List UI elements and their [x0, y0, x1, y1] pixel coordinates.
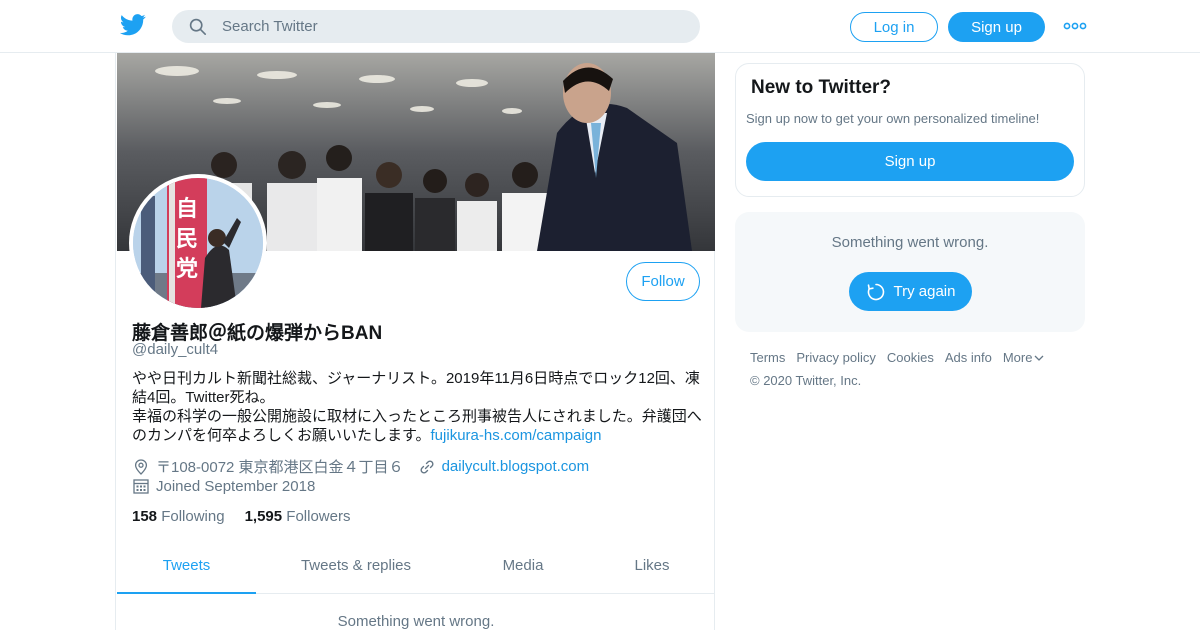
top-navigation-bar: Log in Sign up: [0, 0, 1200, 53]
more-options-icon[interactable]: [1063, 18, 1087, 34]
following-label: Following: [161, 508, 225, 525]
chevron-down-icon: [1034, 355, 1044, 361]
location-pin-icon: [134, 458, 148, 475]
login-button[interactable]: Log in: [850, 12, 938, 42]
tab-media[interactable]: Media: [473, 547, 573, 594]
followers-count: 1,595: [244, 508, 283, 525]
search-input[interactable]: [222, 10, 682, 43]
footer-link-terms[interactable]: Terms: [750, 350, 785, 365]
link-icon: [420, 459, 434, 474]
refresh-icon: [867, 283, 884, 300]
bio-text: やや日刊カルト新聞社総裁、ジャーナリスト。2019年11月6日時点でロック12回…: [132, 370, 702, 444]
profile-joined-date: Joined September 2018: [156, 477, 316, 495]
bio-campaign-link[interactable]: fujikura-hs.com/campaign: [431, 427, 602, 444]
avatar-sign-char-2: 民: [176, 227, 198, 252]
footer-link-ads-info[interactable]: Ads info: [945, 350, 992, 365]
profile-column: 自 民 党 Follow 藤倉善郎＠紙の爆弾からBAN @daily_cult4…: [115, 53, 715, 630]
follow-button[interactable]: Follow: [626, 262, 700, 301]
followers-label: Followers: [286, 508, 351, 525]
footer-link-cookies[interactable]: Cookies: [887, 350, 934, 365]
profile-handle: @daily_cult4: [132, 341, 219, 358]
footer-links: Terms Privacy policy Cookies Ads info Mo…: [750, 350, 1090, 365]
search-box[interactable]: [172, 10, 700, 43]
tab-tweets[interactable]: Tweets: [117, 547, 256, 594]
footer-more-label: More: [1002, 350, 1033, 365]
profile-joined-row: Joined September 2018: [132, 477, 315, 495]
calendar-icon: [133, 479, 149, 494]
tab-likes[interactable]: Likes: [607, 547, 697, 594]
profile-website-link[interactable]: dailycult.blogspot.com: [442, 458, 590, 475]
followers-count-link[interactable]: 1,595 Followers: [245, 508, 351, 525]
footer-link-privacy[interactable]: Privacy policy: [796, 350, 875, 365]
profile-tabs: Tweets Tweets & replies Media Likes: [117, 547, 715, 594]
following-count: 158: [132, 508, 158, 525]
footer-link-more[interactable]: More: [1003, 350, 1045, 365]
signup-card: New to Twitter? Sign up now to get your …: [735, 63, 1085, 197]
try-again-label: Try again: [893, 283, 956, 300]
timeline-error-text: Something went wrong.: [337, 613, 495, 630]
sidebar-signup-button[interactable]: Sign up: [746, 142, 1074, 181]
sidebar-error-text: Something went wrong.: [831, 234, 989, 251]
following-count-link[interactable]: 158 Following: [132, 508, 225, 525]
profile-location-row: 〒108-0072 東京都港区白金４丁目６ dailycult.blogspot…: [132, 456, 589, 477]
tab-tweets-and-replies[interactable]: Tweets & replies: [287, 547, 425, 594]
signup-card-subtitle: Sign up now to get your own personalized…: [746, 111, 1040, 126]
profile-counts: 158 Following 1,595 Followers: [132, 508, 350, 525]
twitter-logo-icon[interactable]: [120, 14, 146, 36]
sidebar-error-card: Something went wrong. Try again: [735, 212, 1085, 332]
search-icon: [189, 18, 207, 36]
footer-copyright: © 2020 Twitter, Inc.: [750, 373, 862, 388]
signup-card-title: New to Twitter?: [751, 77, 892, 98]
avatar-sign-char-1: 自: [176, 196, 198, 222]
signup-button[interactable]: Sign up: [948, 12, 1045, 42]
profile-avatar[interactable]: 自 民 党: [129, 174, 267, 312]
profile-location: 〒108-0072 東京都港区白金４丁目６: [156, 459, 404, 476]
profile-bio: やや日刊カルト新聞社総裁、ジャーナリスト。2019年11月6日時点でロック12回…: [132, 369, 704, 445]
try-again-button[interactable]: Try again: [849, 272, 972, 311]
footer: Terms Privacy policy Cookies Ads info Mo…: [750, 350, 1090, 388]
avatar-sign-char-3: 党: [176, 257, 198, 282]
